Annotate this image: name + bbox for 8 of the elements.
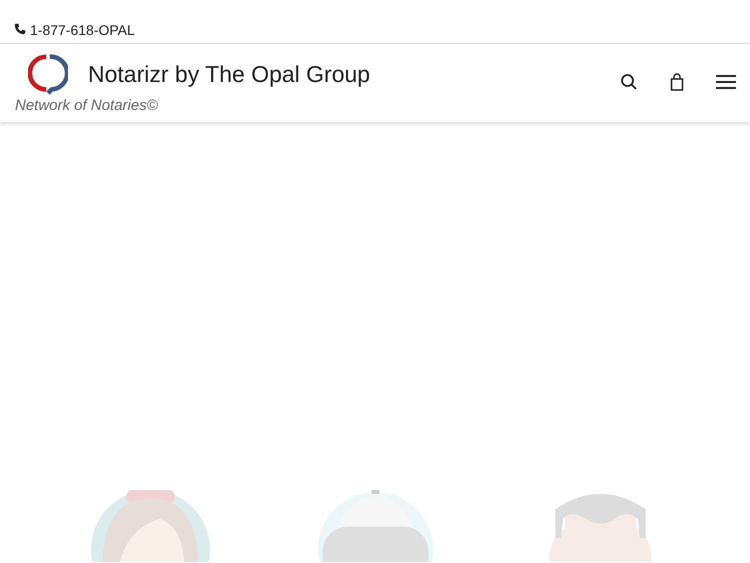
phone-link[interactable]: 1-877-618-OPAL [30, 22, 135, 38]
brand-title[interactable]: Notarizr by The Opal Group [88, 60, 370, 88]
search-icon[interactable] [620, 73, 638, 91]
logo-icon[interactable] [28, 52, 68, 96]
shopping-bag-icon[interactable] [668, 73, 686, 91]
phone-icon [14, 23, 26, 35]
menu-icon[interactable] [716, 74, 736, 90]
tagline: Network of Notaries© [15, 97, 158, 114]
